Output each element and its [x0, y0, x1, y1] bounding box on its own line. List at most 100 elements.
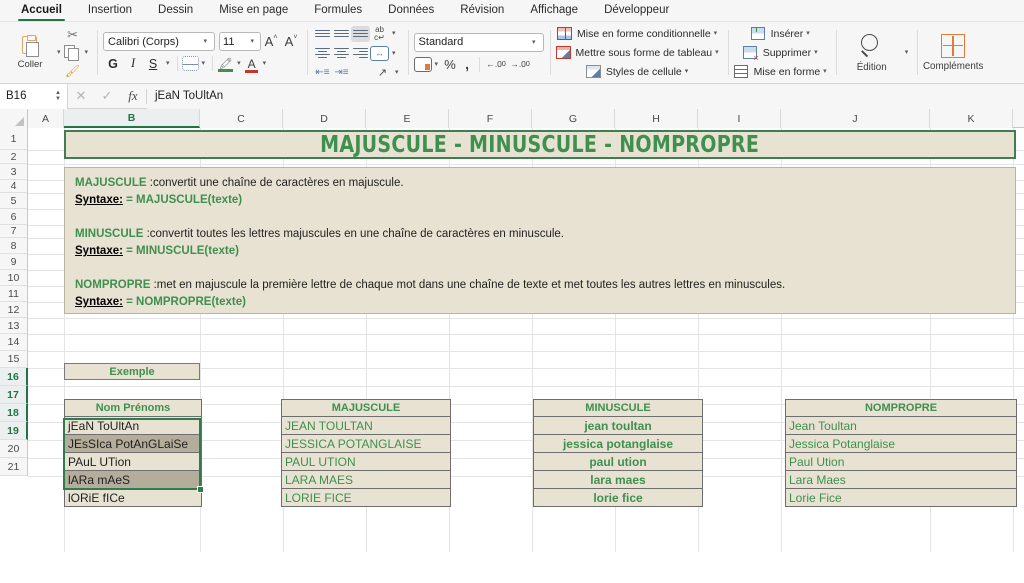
row-header-19[interactable]: 19 — [0, 422, 28, 440]
fill-color-chevron-down-icon[interactable]: ▾ — [234, 60, 244, 67]
column-header-K[interactable]: K — [930, 109, 1013, 128]
font-size-select[interactable]: 11 ▾ — [219, 32, 262, 51]
row-header-16[interactable]: 16 — [0, 368, 28, 386]
font-name-select[interactable]: Calibri (Corps) ▾ — [103, 32, 216, 51]
table-row[interactable]: Lara Maes — [785, 471, 1017, 489]
tab-dessin[interactable]: Dessin — [145, 3, 206, 21]
increase-font-size-icon[interactable]: A ˄ — [261, 32, 281, 51]
table-row[interactable]: lorie fice — [533, 489, 703, 507]
table-header-cell[interactable]: Nom Prénoms — [64, 399, 202, 417]
grid-cells[interactable]: MAJUSCULE - MINUSCULE - NOMPROPRE MAJUSC… — [28, 128, 1024, 552]
table-header-cell[interactable]: MINUSCULE — [533, 399, 703, 417]
column-header-H[interactable]: H — [615, 109, 698, 128]
column-header-D[interactable]: D — [283, 109, 366, 128]
text-orientation-chevron-down-icon[interactable]: ▾ — [392, 69, 402, 76]
tab-developpeur[interactable]: Développeur — [591, 3, 682, 21]
confirm-formula-icon[interactable]: ✓ — [94, 88, 120, 104]
insert-cells-chevron-down-icon[interactable]: ▾ — [803, 30, 813, 37]
tab-affichage[interactable]: Affichage — [517, 3, 591, 21]
underline-button[interactable]: S — [143, 54, 163, 73]
row-header-12[interactable]: 12 — [0, 302, 27, 318]
format-as-table-button[interactable]: Mettre sous forme de tableau ▾ — [555, 43, 722, 62]
row-header-11[interactable]: 11 — [0, 286, 27, 302]
row-header-21[interactable]: 21 — [0, 458, 27, 476]
column-header-B[interactable]: B — [64, 109, 200, 128]
table-row[interactable]: JEAN TOULTAN — [281, 417, 451, 435]
percent-format-button[interactable]: % — [441, 56, 459, 73]
copy-chevron-down-icon[interactable]: ▾ — [82, 49, 92, 56]
table-row[interactable]: jEaN ToUltAn — [64, 417, 202, 435]
wrap-text-chevron-down-icon[interactable]: ▾ — [389, 30, 399, 37]
column-header-F[interactable]: F — [449, 109, 532, 128]
underline-chevron-down-icon[interactable]: ▾ — [163, 60, 173, 67]
align-middle-icon[interactable] — [332, 26, 351, 42]
align-right-icon[interactable] — [351, 45, 370, 61]
table-row[interactable]: lORiE fICe — [64, 489, 202, 507]
row-header-6[interactable]: 6 — [0, 209, 27, 225]
column-header-E[interactable]: E — [366, 109, 449, 128]
name-box[interactable]: B16 ▲ ▼ — [0, 83, 68, 109]
data-table-1[interactable]: Nom Prénoms jEaN ToUltAn JEsSIca PotAnGLai… — [64, 399, 202, 507]
decrease-indent-icon[interactable]: ⇤≡ — [313, 64, 332, 80]
row-headers[interactable]: 1 2 3 4 5 6 7 8 9 10 11 12 13 14 15 16 17 18 19 20 21 — [0, 128, 28, 476]
tab-revision[interactable]: Révision — [447, 3, 517, 21]
row-header-9[interactable]: 9 — [0, 254, 27, 270]
row-header-10[interactable]: 10 — [0, 270, 27, 286]
format-painter-icon[interactable]: 🖌 — [64, 64, 82, 78]
paste-button[interactable]: Coller — [6, 34, 54, 70]
table-row[interactable]: PAUL UTION — [281, 453, 451, 471]
table-row[interactable]: JESSICA POTANGLAISE — [281, 435, 451, 453]
align-bottom-icon[interactable] — [351, 25, 371, 42]
table-row[interactable]: PAuL UTion — [64, 453, 202, 471]
borders-chevron-down-icon[interactable]: ▾ — [199, 60, 209, 67]
editing-button[interactable]: Édition — [842, 33, 902, 73]
paste-chevron-down-icon[interactable]: ▾ — [54, 49, 64, 56]
decrease-decimal-icon[interactable]: ←.0 0 — [484, 56, 508, 73]
table-row[interactable]: lARa mAeS — [64, 471, 202, 489]
cell-styles-chevron-down-icon[interactable]: ▾ — [682, 68, 692, 75]
insert-function-icon[interactable]: fx — [120, 88, 146, 104]
number-format-select[interactable]: Standard ▾ — [413, 32, 544, 52]
data-table-4[interactable]: NOMPROPRE Jean Toultan Jessica Potanglaise… — [785, 399, 1017, 507]
font-color-chevron-down-icon[interactable]: ▾ — [260, 60, 270, 67]
conditional-formatting-button[interactable]: Mise en forme conditionnelle ▾ — [556, 24, 722, 43]
accounting-format-icon[interactable] — [413, 56, 432, 72]
table-row[interactable]: lara maes — [533, 471, 703, 489]
row-header-7[interactable]: 7 — [0, 225, 27, 238]
align-center-icon[interactable] — [332, 45, 351, 61]
addins-button[interactable]: Compléments — [923, 33, 983, 72]
tab-mise-en-page[interactable]: Mise en page — [206, 3, 301, 21]
column-header-C[interactable]: C — [200, 109, 283, 128]
column-headers[interactable]: A B C D E F G H I J K — [0, 109, 1024, 128]
tab-formules[interactable]: Formules — [301, 3, 375, 21]
cancel-formula-icon[interactable]: ✕ — [68, 88, 94, 104]
delete-cells-chevron-down-icon[interactable]: ▾ — [811, 49, 821, 56]
table-row[interactable]: JEsSIca PotAnGLaiSe — [64, 435, 202, 453]
insert-cells-button[interactable]: Insérer ▾ — [734, 24, 830, 43]
example-label-cell[interactable]: Exemple — [64, 363, 200, 380]
table-row[interactable]: Jessica Potanglaise — [785, 435, 1017, 453]
editing-chevron-down-icon[interactable]: ▾ — [902, 49, 912, 56]
delete-cells-button[interactable]: Supprimer ▾ — [734, 43, 830, 63]
format-cells-chevron-down-icon[interactable]: ▾ — [820, 68, 830, 75]
table-header-cell[interactable]: MAJUSCULE — [281, 399, 451, 417]
table-row[interactable]: Jean Toultan — [785, 417, 1017, 435]
row-header-20[interactable]: 20 — [0, 440, 27, 458]
row-header-1[interactable]: 1 — [0, 128, 27, 150]
row-header-13[interactable]: 13 — [0, 318, 27, 334]
table-row[interactable]: jessica potanglaise — [533, 435, 703, 453]
description-block[interactable]: MAJUSCULE :convertit une chaîne de carac… — [64, 167, 1016, 314]
number-format-chevron-down-icon[interactable]: ▾ — [529, 39, 539, 46]
font-name-chevron-down-icon[interactable]: ▾ — [201, 38, 211, 45]
column-header-A[interactable]: A — [28, 109, 64, 128]
merge-cells-icon[interactable] — [370, 45, 390, 61]
row-header-3[interactable]: 3 — [0, 164, 27, 180]
column-header-G[interactable]: G — [532, 109, 615, 128]
increase-decimal-icon[interactable]: →.0 0 — [508, 56, 532, 73]
italic-button[interactable]: I — [123, 54, 143, 73]
table-row[interactable]: Paul Ution — [785, 453, 1017, 471]
row-header-15[interactable]: 15 — [0, 351, 27, 368]
row-header-2[interactable]: 2 — [0, 150, 27, 164]
accounting-format-chevron-down-icon[interactable]: ▾ — [432, 61, 442, 68]
fill-color-icon[interactable]: 🖍 — [217, 56, 234, 72]
